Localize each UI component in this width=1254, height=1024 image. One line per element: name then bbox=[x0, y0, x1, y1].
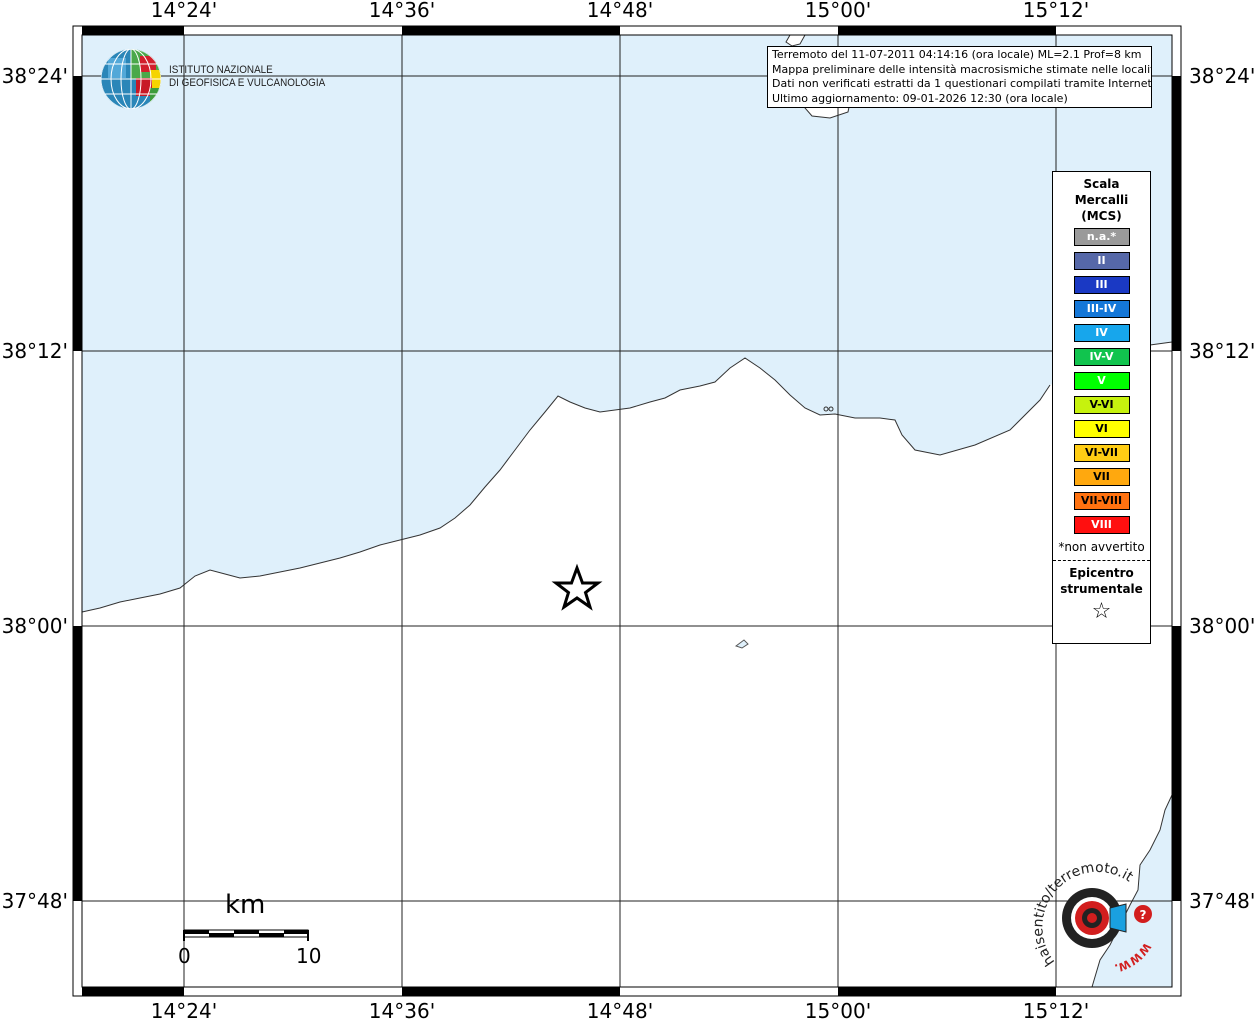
top-label-2: 14°36' bbox=[369, 0, 435, 22]
legend-item-10: VII bbox=[1073, 468, 1130, 486]
bottom-label-3: 14°48' bbox=[587, 999, 653, 1023]
left-label-4: 37°48' bbox=[2, 889, 68, 913]
svg-text:?: ? bbox=[1140, 908, 1147, 922]
left-label-1: 38°24' bbox=[2, 64, 68, 88]
bottom-tick-labels: 14°24' 14°36' 14°48' 15°00' 15°12' bbox=[151, 999, 1089, 1023]
event-info-line3: Dati non verificati estratti da 1 questi… bbox=[772, 77, 1152, 90]
left-label-2: 38°12' bbox=[2, 339, 68, 363]
legend-item-11: VII-VIII bbox=[1073, 492, 1130, 510]
haisentito-logo-icon: ? haisentito/terremoto.it WWW. bbox=[1030, 862, 1153, 972]
scalebar-unit: km bbox=[225, 890, 266, 920]
bottom-label-4: 15°00' bbox=[805, 999, 871, 1023]
top-tick-labels: 14°24' 14°36' 14°48' 15°00' 15°12' bbox=[151, 0, 1089, 22]
legend-item-9: VI-VII bbox=[1073, 444, 1130, 462]
right-tick-labels: 38°24' 38°12' 38°00' 37°48' bbox=[1189, 64, 1254, 913]
ingv-logo-line2: DI GEOFISICA E VULCANOLOGIA bbox=[169, 77, 326, 89]
legend-title-1: Scala bbox=[1083, 177, 1120, 191]
legend-item-8: VI bbox=[1073, 420, 1130, 438]
legend-item-5: IV-V bbox=[1073, 348, 1130, 366]
event-info-line1: Terremoto del 11-07-2011 04:14:16 (ora l… bbox=[772, 48, 1142, 61]
legend-epicenter-1: Epicentro bbox=[1069, 566, 1134, 580]
legend-title-3: (MCS) bbox=[1081, 209, 1122, 223]
legend-star-icon: ☆ bbox=[1091, 599, 1112, 624]
bottom-label-5: 15°12' bbox=[1023, 999, 1089, 1023]
legend-item-6: V bbox=[1073, 372, 1130, 390]
legend-items: n.a.* II III III-IV IV IV-V V V-VI VI VI-VII VII VI… bbox=[1053, 228, 1150, 534]
top-label-1: 14°24' bbox=[151, 0, 217, 22]
top-label-3: 14°48' bbox=[587, 0, 653, 22]
left-tick-labels: 38°24' 38°12' 38°00' 37°48' bbox=[2, 64, 68, 913]
top-label-5: 15°12' bbox=[1023, 0, 1089, 22]
top-label-4: 15°00' bbox=[805, 0, 871, 22]
legend-epicenter-label: Epicentro strumentale bbox=[1053, 565, 1150, 597]
right-label-4: 37°48' bbox=[1189, 889, 1254, 913]
scalebar-start: 0 bbox=[178, 944, 191, 968]
haisentito-logo-www: WWW. bbox=[1113, 940, 1153, 972]
legend-item-2: III bbox=[1073, 276, 1130, 294]
legend-title-2: Mercalli bbox=[1074, 193, 1129, 207]
event-info-line2: Mappa preliminare delle intensità macros… bbox=[772, 62, 1152, 76]
legend-epicenter-2: strumentale bbox=[1060, 582, 1143, 596]
legend-item-1: II bbox=[1073, 252, 1130, 270]
legend-separator bbox=[1053, 560, 1150, 561]
right-label-2: 38°12' bbox=[1189, 339, 1254, 363]
legend-item-0: n.a.* bbox=[1073, 228, 1130, 246]
legend-item-7: V-VI bbox=[1073, 396, 1130, 414]
legend-item-12: VIII bbox=[1073, 516, 1130, 534]
legend-item-4: IV bbox=[1073, 324, 1130, 342]
bottom-label-1: 14°24' bbox=[151, 999, 217, 1023]
event-info-box: Terremoto del 11-07-2011 04:14:16 (ora l… bbox=[767, 46, 1152, 108]
ingv-logo-text: ISTITUTO NAZIONALE DI GEOFISICA E VULCAN… bbox=[169, 64, 325, 90]
legend-note: *non avvertito bbox=[1058, 540, 1145, 554]
event-info-line4: Ultimo aggiornamento: 09-01-2026 12:30 (… bbox=[772, 91, 1068, 105]
left-label-3: 38°00' bbox=[2, 614, 68, 638]
bottom-label-2: 14°36' bbox=[369, 999, 435, 1023]
ingv-globe-icon bbox=[101, 49, 161, 109]
legend-item-3: III-IV bbox=[1073, 300, 1130, 318]
scalebar-end: 10 bbox=[296, 944, 322, 968]
intensity-legend: Scala Mercalli (MCS) n.a.* II III III-IV IV I… bbox=[1052, 171, 1151, 644]
right-label-1: 38°24' bbox=[1189, 64, 1254, 88]
ingv-logo-line1: ISTITUTO NAZIONALE bbox=[169, 64, 273, 76]
svg-text:WWW.: WWW. bbox=[1113, 940, 1153, 972]
right-label-3: 38°00' bbox=[1189, 614, 1254, 638]
legend-title: Scala Mercalli (MCS) bbox=[1053, 176, 1150, 224]
